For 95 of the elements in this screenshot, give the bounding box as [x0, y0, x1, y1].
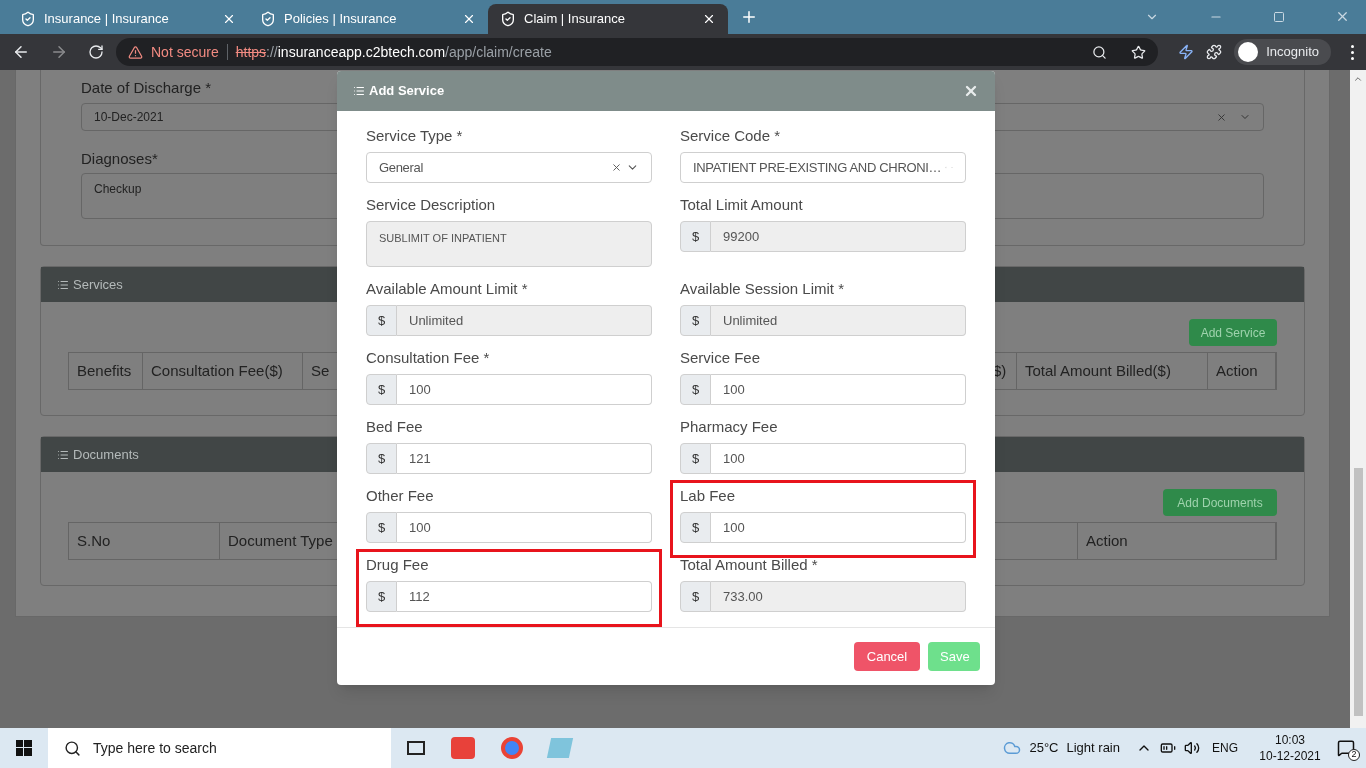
field-label: Available Session Limit * [680, 279, 845, 299]
tab-title: Claim | Insurance [524, 10, 626, 29]
field-label: Available Amount Limit * [366, 279, 529, 299]
security-label: Not secure [151, 42, 219, 62]
table-header-cell: Consultation Fee($) [143, 353, 303, 389]
scroll-up-icon[interactable] [1353, 74, 1363, 84]
tab-title: Policies | Insurance [284, 10, 398, 29]
table-header-cell: Action [1208, 353, 1276, 389]
notification-count: 2 [1348, 749, 1360, 761]
field-label: Service Type * [366, 126, 464, 146]
amount-field[interactable]: 121 [397, 443, 652, 474]
temperature: 25°C [1029, 739, 1059, 758]
list-icon [57, 448, 69, 461]
reload-icon[interactable] [88, 44, 104, 60]
currency-addon: $ [366, 443, 397, 474]
amount-field[interactable]: 100 [397, 512, 652, 543]
currency-addon: $ [366, 305, 397, 336]
tab-title: Insurance | Insurance [44, 10, 170, 29]
select-field[interactable]: General [366, 152, 652, 183]
browser-tab[interactable]: Insurance | Insurance [8, 4, 248, 34]
field-label: Total Limit Amount [680, 195, 804, 215]
volume-icon[interactable] [1184, 740, 1200, 756]
field-label: Pharmacy Fee [680, 417, 779, 437]
amount-field[interactable]: 100 [711, 512, 966, 543]
field-label: Other Fee [366, 486, 435, 506]
currency-addon: $ [680, 581, 711, 612]
amount-field[interactable]: Unlimited [397, 305, 652, 336]
search-icon [64, 739, 81, 757]
panel-title: Documents [73, 445, 139, 464]
list-icon [353, 85, 365, 97]
amount-field[interactable]: 100 [711, 443, 966, 474]
shield-icon [500, 11, 516, 27]
task-view-icon[interactable] [407, 741, 425, 755]
list-icon [57, 278, 69, 291]
currency-addon: $ [680, 305, 711, 336]
description-field[interactable]: SUBLIMIT OF INPATIENT [366, 221, 652, 267]
clock[interactable]: 10:03 10-12-2021 [1254, 732, 1326, 764]
currency-addon: $ [680, 221, 711, 252]
select-value: General [379, 158, 424, 177]
field-label: Diagnoses* [81, 149, 158, 169]
close-window-icon[interactable] [1335, 9, 1350, 24]
taskbar-search-field[interactable]: Type here to search [48, 728, 391, 768]
menu-icon[interactable] [1351, 44, 1354, 60]
weather-icon [1003, 739, 1022, 757]
chrome-icon[interactable] [501, 737, 523, 759]
amount-field[interactable]: 112 [397, 581, 652, 612]
new-tab-icon[interactable] [740, 8, 758, 26]
extensions-icon[interactable] [1206, 44, 1223, 60]
field-label: Date of Discharge * [81, 78, 212, 98]
forward-icon[interactable] [50, 43, 68, 61]
shield-icon [260, 11, 276, 27]
modal-title: Add Service [369, 82, 445, 101]
weather-text: Light rain [1066, 739, 1120, 758]
field-label: Lab Fee [680, 486, 737, 506]
select-field[interactable]: INPATIENT PRE-EXISTING AND CHRONI… [680, 152, 966, 183]
browser-tab[interactable]: Claim | Insurance [488, 4, 728, 34]
table-header-cell: Total Amount Billed($) [1017, 353, 1208, 389]
currency-addon: $ [366, 512, 397, 543]
notification-icon [1337, 739, 1355, 757]
select-value: INPATIENT PRE-EXISTING AND CHRONI… [693, 158, 942, 177]
clear-icon[interactable] [1216, 111, 1227, 123]
currency-addon: $ [680, 374, 711, 405]
field-label: Bed Fee [366, 417, 424, 437]
panel-title: Services [73, 275, 123, 294]
amount-field[interactable]: Unlimited [711, 305, 966, 336]
currency-addon: $ [366, 374, 397, 405]
field-label: Service Description [366, 195, 497, 215]
url-text: https://insuranceapp.c2btech.com/app/claim/create [235, 42, 552, 62]
battery-icon[interactable] [1160, 740, 1176, 756]
amount-field[interactable]: 100 [711, 374, 966, 405]
scrollbar[interactable] [1350, 70, 1366, 728]
currency-addon: $ [680, 443, 711, 474]
language-indicator[interactable]: ENG [1212, 739, 1238, 757]
warning-icon [128, 44, 143, 60]
shield-icon [20, 11, 36, 27]
table-header-cell: S.No [69, 523, 220, 559]
field-label: Service Code * [680, 126, 782, 146]
table-header-cell: Benefits [69, 353, 143, 389]
address-bar[interactable]: Not secure https://insuranceapp.c2btech.com/app/claim/create [116, 38, 1159, 66]
amount-field[interactable]: 99200 [711, 221, 966, 252]
currency-addon: $ [680, 512, 711, 543]
browser-tab[interactable]: Policies | Insurance [248, 4, 488, 34]
clear-icon[interactable] [611, 162, 622, 173]
maximize-icon[interactable] [1273, 10, 1285, 23]
amount-field[interactable]: 100 [397, 374, 652, 405]
profile-chip[interactable]: Incognito [1234, 39, 1331, 65]
back-icon[interactable] [12, 43, 30, 61]
bookmark-star-icon[interactable] [1131, 44, 1147, 60]
extension-icon[interactable] [1178, 44, 1195, 60]
currency-addon: $ [366, 581, 397, 612]
table-header-cell: Action [1078, 523, 1276, 559]
zoom-icon[interactable] [1092, 44, 1108, 60]
scrollbar-thumb[interactable] [1353, 468, 1363, 716]
amount-field[interactable]: 733.00 [711, 581, 966, 612]
close-icon[interactable] [702, 12, 716, 26]
